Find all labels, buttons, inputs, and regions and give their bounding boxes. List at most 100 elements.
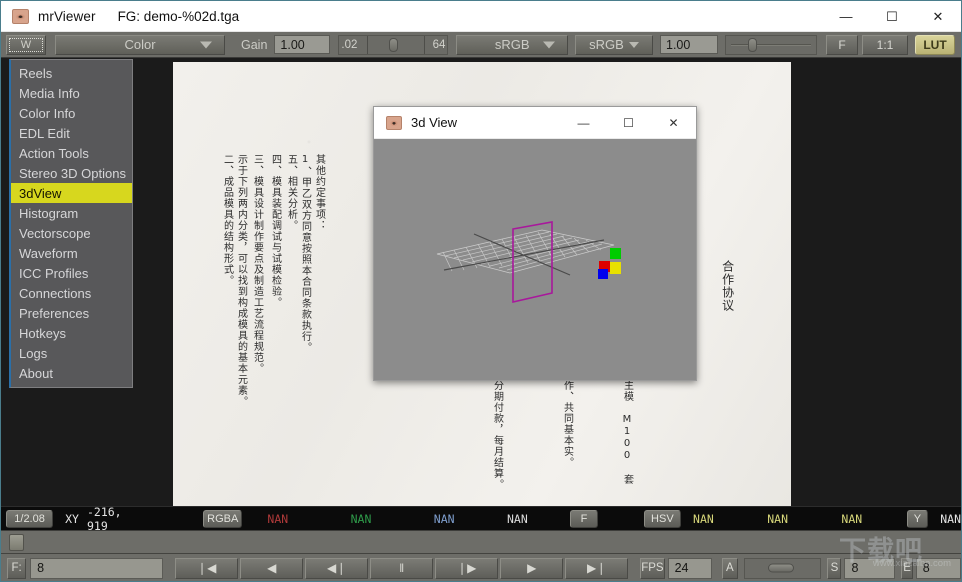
sidebar-item-label: Connections <box>19 286 91 301</box>
frame-input[interactable]: 8 <box>30 558 163 579</box>
pause-icon: ‖ <box>399 561 404 575</box>
sidebar-item-stereo-3d-options[interactable]: Stereo 3D Options <box>11 163 132 183</box>
sidebar-item-3dview[interactable]: 3dView <box>11 183 132 203</box>
sidebar-item-reels[interactable]: Reels <box>11 63 132 83</box>
maximize-icon[interactable]: ☐ <box>869 1 915 32</box>
audio-volume-slider[interactable] <box>744 558 821 579</box>
chevron-down-icon <box>629 42 639 48</box>
pause-button[interactable]: ‖ <box>370 558 433 579</box>
chevron-down-icon <box>543 41 555 48</box>
sidebar-item-icc-profiles[interactable]: ICC Profiles <box>11 263 132 283</box>
sidebar-item-connections[interactable]: Connections <box>11 283 132 303</box>
zoom-level-chip[interactable]: 1/2.08 <box>6 510 53 528</box>
play-forward-button[interactable]: ▶ <box>500 558 563 579</box>
audio-volume-knob[interactable] <box>768 564 794 573</box>
timeline-scrubber[interactable] <box>1 530 961 553</box>
3d-gl-viewport[interactable] <box>374 139 696 380</box>
sidebar-item-edl-edit[interactable]: EDL Edit <box>11 123 132 143</box>
sidebar-item-color-info[interactable]: Color Info <box>11 103 132 123</box>
step-forward-button[interactable]: ❘▶ <box>435 558 498 579</box>
step-backward-button[interactable]: ◀❘ <box>305 558 368 579</box>
frame-label-chip[interactable]: F: <box>7 558 26 579</box>
zoom-1to1-button[interactable]: 1:1 <box>862 35 908 55</box>
foreground-file-label: FG: demo-%02d.tga <box>118 9 240 24</box>
3d-maximize-icon[interactable]: ☐ <box>606 107 651 138</box>
minimize-icon[interactable]: — <box>823 1 869 32</box>
main-toolbar: W Color Gain 1.00 .02 64 sRGB sRGB 1.00 <box>1 32 961 58</box>
gamma-slider-track <box>731 44 811 46</box>
display-colorspace-select[interactable]: sRGB <box>575 35 653 55</box>
tool-panel-sidebar[interactable]: Reels Media Info Color Info EDL Edit Action … <box>9 59 133 388</box>
green-value: NAN <box>351 512 392 526</box>
gamma-input[interactable]: 1.00 <box>660 35 718 54</box>
sidebar-item-action-tools[interactable]: Action Tools <box>11 143 132 163</box>
value-value: NAN <box>841 512 882 526</box>
document-text-column: 主模 M100 套 <box>621 380 632 485</box>
luminance-chip[interactable]: Y <box>907 510 929 528</box>
lut-toggle-button[interactable]: LUT <box>915 35 955 55</box>
3d-close-icon[interactable]: ✕ <box>651 107 696 138</box>
sidebar-item-label: Logs <box>19 346 47 361</box>
f-format-chip[interactable]: F <box>570 510 598 528</box>
channel-select[interactable]: Color <box>55 35 225 55</box>
sidebar-item-media-info[interactable]: Media Info <box>11 83 132 103</box>
window-controls: — ☐ ✕ <box>823 1 961 32</box>
rgba-mode-chip[interactable]: RGBA <box>203 510 242 528</box>
document-text-column: 作、共同基本实。 <box>561 380 572 468</box>
gamma-slider[interactable] <box>725 35 817 55</box>
sidebar-item-label: Reels <box>19 66 52 81</box>
fps-input[interactable]: 24 <box>668 558 712 579</box>
sidebar-item-label: ICC Profiles <box>19 266 88 281</box>
sidebar-item-label: Color Info <box>19 106 75 121</box>
blue-value: NAN <box>434 512 475 526</box>
sidebar-item-label: EDL Edit <box>19 126 70 141</box>
sidebar-item-vectorscope[interactable]: Vectorscope <box>11 223 132 243</box>
start-frame-input[interactable]: 8 <box>844 558 895 579</box>
sidebar-item-hotkeys[interactable]: Hotkeys <box>11 323 132 343</box>
3d-view-window-controls: — ☐ ✕ <box>561 107 696 138</box>
play-backward-button[interactable]: ◀ <box>240 558 303 579</box>
go-to-start-icon: ❘◀ <box>197 561 216 575</box>
sidebar-item-about[interactable]: About <box>11 363 132 383</box>
hsv-mode-chip[interactable]: HSV <box>644 510 681 528</box>
fit-button[interactable]: F <box>826 35 858 55</box>
gain-slider[interactable]: .02 64 <box>338 35 448 55</box>
sidebar-item-waveform[interactable]: Waveform <box>11 243 132 263</box>
end-frame-input[interactable]: 8 <box>916 558 961 579</box>
gain-max-label: 64 <box>433 39 446 51</box>
sidebar-item-preferences[interactable]: Preferences <box>11 303 132 323</box>
end-frame-chip[interactable]: E <box>901 558 912 579</box>
fps-label-chip[interactable]: FPS <box>640 558 664 579</box>
xy-value: -216, 919 <box>87 505 148 533</box>
gamma-slider-knob[interactable] <box>748 38 757 52</box>
document-text-column: 合作协议 <box>721 260 734 312</box>
sidebar-item-label: Stereo 3D Options <box>19 166 126 181</box>
wipe-button[interactable]: W <box>6 35 46 55</box>
3d-view-window[interactable]: 3d View — ☐ ✕ <box>373 106 697 381</box>
sidebar-item-label: Waveform <box>19 246 78 261</box>
gain-input[interactable]: 1.00 <box>274 35 330 54</box>
start-frame-chip[interactable]: S <box>827 558 841 579</box>
hue-value: NAN <box>693 512 734 526</box>
close-icon[interactable]: ✕ <box>915 1 961 32</box>
timeline-playhead[interactable] <box>9 534 24 551</box>
document-text-column: 示于下列两内分类，可以找到构成模具的基本元素。 <box>235 154 246 407</box>
3d-minimize-icon[interactable]: — <box>561 107 606 138</box>
gain-slider-knob[interactable] <box>389 38 398 52</box>
sidebar-item-label: Media Info <box>19 86 80 101</box>
go-to-end-button[interactable]: ▶❘ <box>565 558 628 579</box>
go-to-start-button[interactable]: ❘◀ <box>175 558 238 579</box>
sidebar-item-logs[interactable]: Logs <box>11 343 132 363</box>
eye-icon <box>12 9 29 24</box>
axis-z-cube <box>610 248 621 259</box>
gain-label: Gain <box>241 38 267 52</box>
play-forward-icon: ▶ <box>527 561 536 575</box>
app-title: mrViewer <box>38 9 96 24</box>
sidebar-item-histogram[interactable]: Histogram <box>11 203 132 223</box>
step-forward-icon: ❘▶ <box>457 561 476 575</box>
luminance-value: NAN <box>940 512 961 526</box>
document-text-column: 其他约定事项： <box>313 154 324 231</box>
input-colorspace-select[interactable]: sRGB <box>456 35 568 55</box>
document-text-column: 四、模具装配调试与试模检验。 <box>269 154 280 308</box>
audio-chip[interactable]: A <box>722 558 739 579</box>
